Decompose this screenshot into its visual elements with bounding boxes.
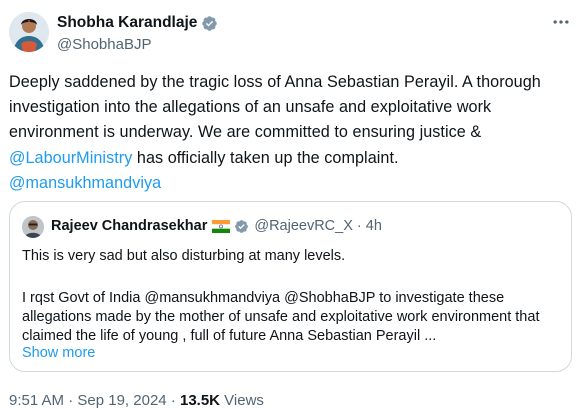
quoted-text-line2: I rqst Govt of India @mansukhmandviya @S… bbox=[22, 290, 540, 344]
tweet-meta: 9:51 AM · Sep 19, 2024 · 13.5K Views bbox=[9, 392, 264, 409]
tweet-text: Deeply saddened by the tragic loss of An… bbox=[9, 70, 575, 196]
tweet-text-part1: Deeply saddened by the tragic loss of An… bbox=[9, 73, 541, 142]
india-flag-icon bbox=[212, 219, 231, 233]
quoted-tweet[interactable]: Rajeev Chandrasekhar @RajeevRC_X · 4h Th… bbox=[9, 201, 572, 372]
quoted-avatar[interactable] bbox=[22, 216, 44, 238]
mention-labour-ministry[interactable]: @LabourMinistry bbox=[9, 149, 132, 167]
author-name[interactable]: Shobha Karandlaje bbox=[57, 14, 197, 32]
views-label: Views bbox=[220, 392, 264, 409]
meta-separator: · bbox=[64, 392, 78, 409]
verified-badge-icon bbox=[202, 15, 218, 31]
views-count: 13.5K bbox=[179, 392, 221, 409]
quoted-author-name: Rajeev Chandrasekhar bbox=[51, 218, 208, 234]
author-avatar[interactable] bbox=[9, 12, 49, 52]
tweet-date[interactable]: Sep 19, 2024 bbox=[77, 392, 166, 409]
quoted-separator: · bbox=[356, 218, 362, 234]
verified-badge-icon bbox=[235, 219, 249, 233]
show-more-link[interactable]: Show more bbox=[22, 345, 95, 361]
quoted-text-line1: This is very sad but also disturbing at … bbox=[22, 248, 346, 264]
meta-separator: · bbox=[166, 392, 180, 409]
more-icon[interactable] bbox=[549, 10, 573, 34]
quoted-author-handle: @RajeevRC_X bbox=[254, 218, 353, 234]
author-handle[interactable]: @ShobhaBJP bbox=[57, 36, 151, 53]
tweet-time[interactable]: 9:51 AM bbox=[9, 392, 64, 409]
tweet-text-part2: has officially taken up the complaint. bbox=[132, 148, 399, 167]
quoted-timestamp[interactable]: 4h bbox=[366, 218, 382, 234]
mention-mansukhmandviya[interactable]: @mansukhmandviya bbox=[9, 174, 161, 192]
